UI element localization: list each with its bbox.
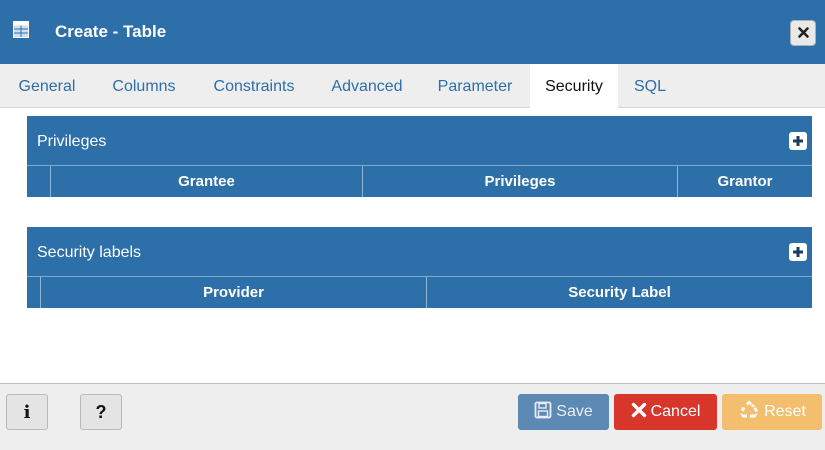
security-labels-header: Security labels: [27, 227, 812, 277]
dialog-title: Create - Table: [55, 22, 167, 41]
close-button[interactable]: [790, 20, 816, 46]
save-icon: [534, 401, 552, 424]
tab-columns[interactable]: Columns: [94, 64, 194, 108]
tab-general[interactable]: General: [0, 64, 94, 108]
reset-label: Reset: [764, 403, 806, 420]
security-labels-column-header: Provider Security Label: [27, 277, 812, 308]
help-icon: ?: [95, 401, 107, 422]
info-icon: i: [23, 401, 31, 423]
security-labels-title: Security labels: [37, 244, 142, 261]
add-security-label-button[interactable]: [789, 243, 807, 261]
grantee-column-header[interactable]: Grantee: [51, 166, 362, 197]
info-button[interactable]: i: [6, 394, 48, 430]
tab-constraints[interactable]: Constraints: [194, 64, 314, 108]
tab-security[interactable]: Security: [530, 64, 618, 108]
privileges-header: Privileges: [27, 116, 812, 166]
grantor-column-header[interactable]: Grantor: [678, 166, 812, 197]
cancel-button[interactable]: Cancel: [614, 394, 717, 430]
tab-sql[interactable]: SQL: [618, 64, 682, 108]
privileges-panel: Privileges Grantee Privileges Grantor: [27, 116, 812, 197]
recycle-icon: [738, 400, 760, 425]
reset-button[interactable]: Reset: [722, 394, 822, 430]
tab-advanced[interactable]: Advanced: [314, 64, 420, 108]
dialog-titlebar: Create - Table: [0, 0, 825, 64]
help-button[interactable]: ?: [80, 394, 122, 430]
tab-bar: General Columns Constraints Advanced Par…: [0, 64, 825, 108]
provider-column-header[interactable]: Provider: [41, 277, 426, 308]
dialog-footer: i ? Save Cancel Reset: [0, 383, 825, 450]
privileges-title: Privileges: [37, 133, 107, 150]
plus-icon: [793, 133, 803, 150]
privileges-column-header: Grantee Privileges Grantor: [27, 166, 812, 197]
save-button[interactable]: Save: [518, 394, 609, 430]
cancel-label: Cancel: [650, 403, 701, 420]
table-icon: [13, 21, 29, 38]
close-icon: [797, 25, 809, 42]
tab-parameter[interactable]: Parameter: [420, 64, 530, 108]
privileges-column-header[interactable]: Privileges: [363, 166, 677, 197]
cancel-icon: [631, 402, 647, 423]
plus-icon: [793, 244, 803, 261]
security-labels-panel: Security labels Provider Security Label: [27, 227, 812, 308]
security-label-column-header[interactable]: Security Label: [427, 277, 812, 308]
save-label: Save: [556, 403, 593, 420]
add-privilege-button[interactable]: [789, 132, 807, 150]
